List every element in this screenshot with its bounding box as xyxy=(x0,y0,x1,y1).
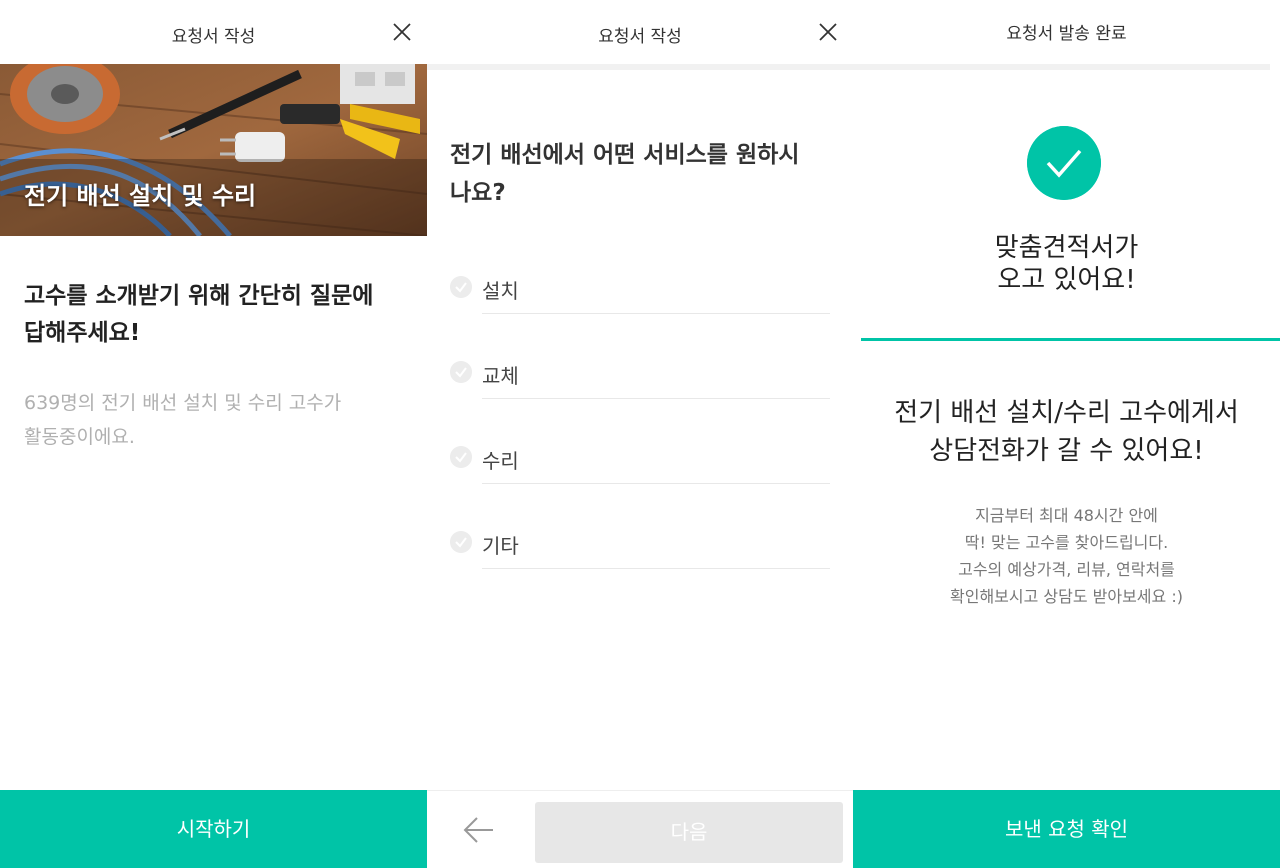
progress-bar xyxy=(427,64,853,70)
option-label: 교체 xyxy=(482,364,519,388)
intro-subtext-line2: 활동중이에요. xyxy=(24,426,135,448)
hero-image: 전기 배선 설치 및 수리 xyxy=(0,64,427,236)
intro-heading-line2: 답해주세요! xyxy=(24,320,141,346)
start-button[interactable]: 시작하기 xyxy=(0,790,427,868)
option-label: 수리 xyxy=(482,449,519,473)
question-panel: 요청서 작성 전기 배선에서 어떤 서비스를 원하시 나요? 설치 교체 수리 xyxy=(427,0,853,868)
arrow-left-icon[interactable] xyxy=(459,813,499,847)
option-label: 설치 xyxy=(482,279,519,303)
check-icon xyxy=(450,531,472,553)
close-icon[interactable] xyxy=(817,21,839,43)
done-subtext-line4: 확인해보시고 상담도 받아보세요 :) xyxy=(950,587,1183,606)
divider xyxy=(482,313,830,314)
divider xyxy=(482,398,830,399)
option-other[interactable]: 기타 xyxy=(450,509,830,569)
check-icon xyxy=(450,276,472,298)
done-subtext-line1: 지금부터 최대 48시간 안에 xyxy=(975,506,1158,525)
done-message-line2: 상담전화가 갈 수 있어요! xyxy=(929,436,1204,466)
check-icon xyxy=(450,446,472,468)
intro-heading-line1: 고수를 소개받기 위해 간단히 질문에 xyxy=(24,283,374,309)
question-line1: 전기 배선에서 어떤 서비스를 원하시 xyxy=(450,142,800,168)
intro-panel: 요청서 작성 전기 배선 설치 및 수리 고수를 소개받기 위해 간단히 질문에… xyxy=(0,0,427,868)
complete-panel: 요청서 발송 완료 맞춤견적서가 오고 있어요! 전기 배선 설치/수리 고수에… xyxy=(853,0,1280,868)
header-title: 요청서 작성 xyxy=(598,27,682,47)
option-replace[interactable]: 교체 xyxy=(450,339,830,399)
intro-heading: 고수를 소개받기 위해 간단히 질문에 답해주세요! xyxy=(24,278,414,352)
intro-subtext-line1: 639명의 전기 배선 설치 및 수리 고수가 xyxy=(24,392,342,414)
intro-subtext: 639명의 전기 배선 설치 및 수리 고수가 활동중이에요. xyxy=(24,386,404,454)
bottom-bar: 다음 xyxy=(427,790,853,868)
done-title: 맞춤견적서가 오고 있어요! xyxy=(853,232,1280,296)
next-button[interactable]: 다음 xyxy=(535,802,843,863)
done-title-line2: 오고 있어요! xyxy=(997,265,1136,295)
header: 요청서 작성 xyxy=(0,0,427,64)
check-icon xyxy=(450,361,472,383)
divider xyxy=(482,568,830,569)
header-title: 요청서 발송 완료 xyxy=(1006,24,1127,44)
header-title: 요청서 작성 xyxy=(171,27,256,47)
header: 요청서 발송 완료 xyxy=(853,0,1280,64)
option-install[interactable]: 설치 xyxy=(450,254,830,314)
confirm-request-button[interactable]: 보낸 요청 확인 xyxy=(853,790,1280,868)
done-subtext-line2: 딱! 맞는 고수를 찾아드립니다. xyxy=(964,533,1169,552)
done-title-line1: 맞춤견적서가 xyxy=(994,233,1139,263)
check-circle-icon xyxy=(1027,126,1101,200)
close-icon[interactable] xyxy=(391,21,413,43)
divider xyxy=(861,338,1280,341)
option-repair[interactable]: 수리 xyxy=(450,424,830,484)
progress-bar xyxy=(853,64,1270,70)
done-message: 전기 배선 설치/수리 고수에게서 상담전화가 갈 수 있어요! xyxy=(853,394,1280,470)
done-subtext: 지금부터 최대 48시간 안에 딱! 맞는 고수를 찾아드립니다. 고수의 예상… xyxy=(853,502,1280,610)
divider xyxy=(482,483,830,484)
hero-caption: 전기 배선 설치 및 수리 xyxy=(24,182,257,210)
header: 요청서 작성 xyxy=(427,0,853,64)
question-text: 전기 배선에서 어떤 서비스를 원하시 나요? xyxy=(450,136,830,212)
question-line2: 나요? xyxy=(450,180,506,206)
done-message-line1: 전기 배선 설치/수리 고수에게서 xyxy=(894,398,1239,428)
done-subtext-line3: 고수의 예상가격, 리뷰, 연락처를 xyxy=(958,560,1175,579)
option-label: 기타 xyxy=(482,534,519,558)
